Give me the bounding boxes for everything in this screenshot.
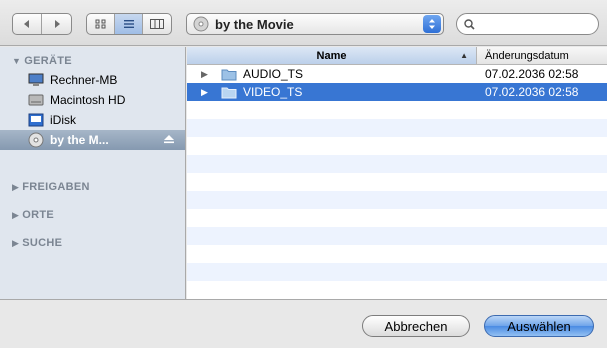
forward-arrow-icon [54,20,60,28]
forward-button[interactable] [42,14,71,34]
empty-row [187,137,607,155]
location-label: by the Movie [215,16,294,32]
sidebar-item-label: Rechner-MB [50,73,118,87]
sidebar-item-idisk[interactable]: iDisk [0,110,185,130]
toolbar: by the Movie [0,0,607,46]
dvd-disc-icon [193,16,209,32]
list-view-icon [123,20,134,28]
file-list: Name ▲ Änderungsdatum ▶ AUDIO_TS 07.02.2… [187,47,607,299]
empty-row [187,119,607,137]
sidebar: ▼ GERÄTE Rechner-MB Macintosh HD iDisk b… [0,47,186,299]
location-popup[interactable]: by the Movie [186,13,444,35]
column-header-name[interactable]: Name ▲ [187,47,477,64]
disclosure-closed-icon[interactable]: ▶ [201,69,213,80]
table-row[interactable]: ▶ VIDEO_TS 07.02.2036 02:58 [187,83,607,101]
idisk-icon [28,113,44,127]
back-forward-control [12,13,72,35]
popup-arrows-icon [423,15,441,33]
sidebar-section-places[interactable]: ▶ ORTE [12,209,54,221]
sidebar-item-computer[interactable]: Rechner-MB [0,70,185,90]
empty-row [187,209,607,227]
sidebar-item-label: by the M... [50,133,109,147]
sidebar-section-search[interactable]: ▶ SUCHE [12,237,62,249]
hard-disk-icon [28,94,44,106]
folder-icon [221,69,237,80]
file-name: AUDIO_TS [243,67,304,81]
file-name: VIDEO_TS [243,85,303,99]
disclosure-open-icon: ▼ [12,56,22,66]
empty-row [187,281,607,299]
empty-row [187,155,607,173]
back-arrow-icon [24,20,29,28]
disclosure-closed-icon[interactable]: ▶ [201,87,213,98]
dialog-button-bar: Abbrechen Auswählen [0,299,607,348]
sidebar-item-label: iDisk [50,113,76,127]
choose-button[interactable]: Auswählen [484,315,594,337]
file-date: 07.02.2036 02:58 [485,67,579,81]
list-view-button[interactable] [115,14,143,34]
folder-icon [221,87,237,98]
sidebar-section-devices[interactable]: ▼ GERÄTE [12,55,72,67]
icon-view-button[interactable] [87,14,115,34]
eject-icon [164,135,174,144]
sort-ascending-icon: ▲ [460,51,468,60]
eject-button[interactable] [163,133,175,148]
empty-row [187,173,607,191]
icon-view-icon [95,19,105,29]
computer-icon [28,73,44,86]
sidebar-item-dvd[interactable]: by the M... [0,130,185,150]
list-header: Name ▲ Änderungsdatum [187,47,607,65]
sidebar-section-shared[interactable]: ▶ FREIGABEN [12,181,90,193]
empty-row [187,263,607,281]
cancel-button[interactable]: Abbrechen [362,315,470,337]
empty-row [187,245,607,263]
search-icon [464,18,475,30]
view-mode-control [86,13,172,35]
empty-row [187,191,607,209]
table-row[interactable]: ▶ AUDIO_TS 07.02.2036 02:58 [187,65,607,83]
search-input[interactable] [479,17,589,31]
sidebar-item-macintosh-hd[interactable]: Macintosh HD [0,90,185,110]
disclosure-closed-icon: ▶ [12,181,20,192]
dvd-disc-icon [28,132,44,148]
empty-row [187,101,607,119]
column-header-date[interactable]: Änderungsdatum [477,47,607,64]
column-view-icon [150,19,164,29]
back-button[interactable] [13,14,43,34]
column-view-button[interactable] [143,14,171,34]
sidebar-item-label: Macintosh HD [50,93,126,107]
disclosure-closed-icon: ▶ [12,237,20,248]
disclosure-closed-icon: ▶ [12,209,20,220]
search-field[interactable] [456,13,599,35]
empty-row [187,227,607,245]
file-date: 07.02.2036 02:58 [485,85,579,99]
